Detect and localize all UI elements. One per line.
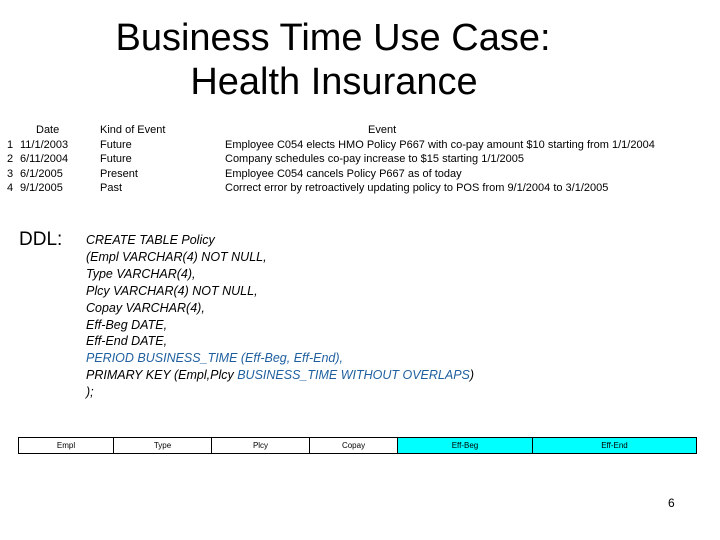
event-description: Employee C054 elects HMO Policy P667 wit… — [225, 138, 655, 151]
page-number: 6 — [668, 496, 675, 510]
header-event: Event — [368, 124, 397, 136]
slide-title: Business Time Use Case: Health Insurance — [0, 16, 660, 104]
event-description: Company schedules co-pay increase to $15… — [225, 153, 525, 165]
event-date: 6/11/2004 — [20, 153, 69, 165]
event-date: 6/1/2005 — [20, 167, 63, 180]
header-kind: Kind of Event — [100, 124, 166, 136]
ddl-label: DDL: — [19, 229, 63, 250]
ddl-line: ); — [86, 385, 94, 400]
event-date: 9/1/2005 — [20, 182, 63, 194]
event-kind: Present — [100, 167, 138, 180]
column-type: Type — [114, 438, 212, 453]
ddl-line: Type VARCHAR(4), — [86, 266, 196, 281]
column-eff-end: Eff-End — [533, 438, 696, 453]
title-line-1: Business Time Use Case: — [115, 17, 551, 59]
column-copay: Copay — [310, 438, 398, 453]
ddl-line: Plcy VARCHAR(4) NOT NULL, — [86, 283, 258, 298]
ddl-line-primary-key: PRIMARY KEY (Empl,Plcy BUSINESS_TIME WIT… — [86, 367, 474, 384]
title-line-2: Health Insurance — [190, 61, 478, 103]
event-kind: Future — [100, 138, 132, 151]
event-date: 11/1/2003 — [20, 138, 69, 151]
column-eff-beg: Eff-Beg — [398, 438, 533, 453]
ddl-pk-prefix: PRIMARY KEY (Empl,Plcy — [86, 368, 238, 383]
ddl-code-block: CREATE TABLE Policy (Empl VARCHAR(4) NOT … — [86, 232, 474, 401]
event-kind: Past — [100, 182, 123, 194]
header-date: Date — [36, 124, 60, 136]
event-kind: Future — [100, 153, 132, 165]
event-description: Correct error by retroactively updating … — [225, 182, 609, 194]
ddl-line: Eff-End DATE, — [86, 334, 168, 349]
ddl-pk-business-time: BUSINESS_TIME WITHOUT OVERLAPS — [237, 368, 470, 383]
ddl-line: CREATE TABLE Policy — [86, 233, 215, 247]
ddl-pk-suffix: ) — [469, 368, 475, 383]
ddl-line: Eff-Beg DATE, — [86, 317, 168, 332]
event-number: 3 — [7, 167, 14, 180]
column-layout-bar: Empl Type Plcy Copay Eff-Beg Eff-End — [18, 437, 697, 454]
column-plcy: Plcy — [212, 438, 310, 453]
ddl-line: (Empl VARCHAR(4) NOT NULL, — [86, 249, 267, 264]
event-number: 1 — [7, 138, 14, 151]
event-number: 4 — [7, 182, 14, 194]
event-number: 2 — [7, 153, 14, 165]
ddl-line-period: PERIOD BUSINESS_TIME (Eff-Beg, Eff-End), — [86, 351, 344, 366]
ddl-line: Copay VARCHAR(4), — [86, 300, 205, 315]
column-empl: Empl — [19, 438, 114, 453]
event-description: Employee C054 cancels Policy P667 as of … — [225, 167, 462, 180]
